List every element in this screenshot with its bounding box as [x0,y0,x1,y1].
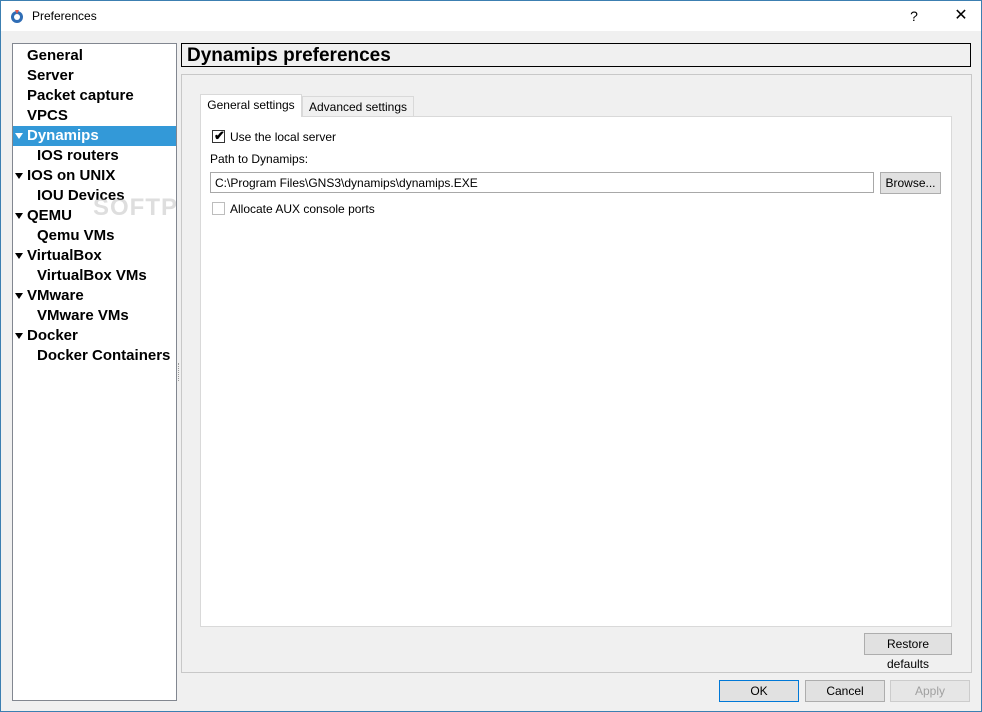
restore-defaults-button[interactable]: Restore defaults [864,633,952,671]
use-local-server-checkbox[interactable]: ✔ [212,128,225,143]
nav-item-server[interactable]: Server [13,66,176,86]
nav-item-label: Dynamips [27,127,99,144]
nav-item-vmware[interactable]: VMware [13,286,176,306]
dynamips-path-input[interactable] [210,172,874,193]
nav-item-label: VMware [27,287,84,304]
gns3-app-icon [11,10,23,23]
path-to-dynamips-label: Path to Dynamips: [210,152,309,166]
watermark: SOFTPEDIA [93,194,177,221]
expand-caret-icon[interactable] [15,253,23,259]
expand-caret-icon[interactable] [15,173,23,179]
use-local-server-label[interactable]: Use the local server [230,130,336,144]
tab-advanced-settings[interactable]: Advanced settings [302,96,414,117]
expand-caret-icon[interactable] [15,333,23,339]
nav-item-docker[interactable]: Docker [13,326,176,346]
preferences-window: Preferences ? ✕ General Server Packet ca… [0,0,982,712]
nav-item-ios-on-unix[interactable]: IOS on UNIX [13,166,176,186]
allocate-aux-ports-label[interactable]: Allocate AUX console ports [230,202,375,216]
allocate-aux-ports-checkbox[interactable] [212,202,225,215]
nav-item-qemu-vms[interactable]: Qemu VMs [13,226,176,246]
nav-item-virtualbox-vms[interactable]: VirtualBox VMs [13,266,176,286]
apply-button[interactable]: Apply [890,680,970,702]
nav-item-label: IOS on UNIX [27,167,116,184]
nav-item-virtualbox[interactable]: VirtualBox [13,246,176,266]
expand-caret-icon[interactable] [15,293,23,299]
close-icon[interactable]: ✕ [943,1,979,31]
nav-item-vpcs[interactable]: VPCS [13,106,176,126]
nav-item-ios-routers[interactable]: IOS routers [13,146,176,166]
nav-item-packet-capture[interactable]: Packet capture [13,86,176,106]
ok-button[interactable]: OK [719,680,799,702]
window-title: Preferences [32,9,97,23]
nav-item-vmware-vms[interactable]: VMware VMs [13,306,176,326]
nav-item-label: VirtualBox [27,247,102,264]
cancel-button[interactable]: Cancel [805,680,885,702]
tab-general-settings[interactable]: General settings [200,94,302,117]
help-button[interactable]: ? [899,1,929,31]
page-title: Dynamips preferences [187,45,391,66]
expand-caret-icon[interactable] [15,133,23,139]
nav-item-general[interactable]: General [13,46,176,66]
browse-button[interactable]: Browse... [880,172,941,194]
preferences-nav-tree[interactable]: General Server Packet capture VPCS Dynam… [12,43,177,701]
nav-item-label: QEMU [27,207,72,224]
nav-item-docker-containers[interactable]: Docker Containers [13,346,176,366]
nav-item-label: Docker [27,327,78,344]
title-bar: Preferences ? ✕ [1,1,981,31]
nav-item-dynamips[interactable]: Dynamips [13,126,176,146]
splitter-handle[interactable] [178,363,180,381]
checkmark-icon: ✔ [214,128,225,143]
expand-caret-icon[interactable] [15,213,23,219]
page-header: Dynamips preferences [181,43,971,67]
